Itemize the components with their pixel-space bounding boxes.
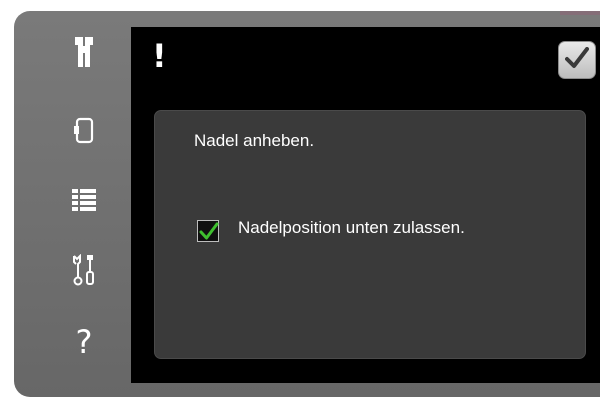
needle-position-checkbox[interactable] xyxy=(197,220,219,242)
confirm-button[interactable] xyxy=(558,41,596,79)
needle-position-label: Nadelposition unten zulassen. xyxy=(238,218,465,237)
needle-position-option[interactable]: Nadelposition unten zulassen. xyxy=(197,217,497,267)
list-menu-button[interactable] xyxy=(62,178,106,222)
help-icon: ? xyxy=(75,323,93,361)
presser-foot-button[interactable] xyxy=(62,30,106,74)
hoop-icon xyxy=(73,115,95,145)
checkmark-icon xyxy=(199,222,219,240)
frame-accent xyxy=(560,11,600,15)
sidebar: ? xyxy=(62,30,106,370)
list-menu-icon xyxy=(72,189,96,211)
help-button[interactable]: ? xyxy=(62,320,106,364)
presser-foot-icon xyxy=(73,37,95,67)
dialog-message: Nadel anheben. xyxy=(194,131,315,150)
check-icon xyxy=(565,46,589,74)
hoop-button[interactable] xyxy=(62,108,106,152)
tools-button[interactable] xyxy=(62,248,106,292)
tools-icon xyxy=(72,254,96,286)
alert-icon: ! xyxy=(152,37,167,75)
